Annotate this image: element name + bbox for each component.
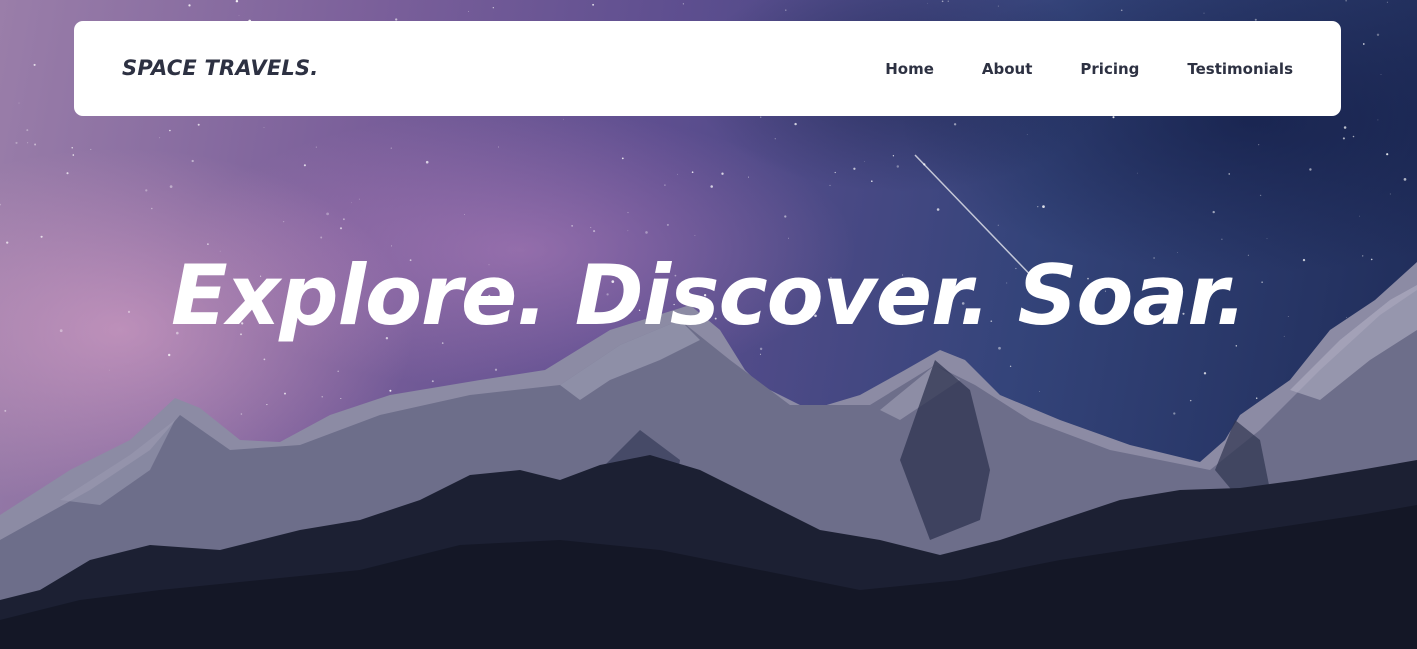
- hero-section: SPACE TRAVELS. Home About Pricing Testim…: [0, 0, 1417, 649]
- nav-link-testimonials[interactable]: Testimonials: [1187, 60, 1293, 78]
- brand-logo[interactable]: SPACE TRAVELS.: [122, 21, 318, 116]
- nav-link-pricing[interactable]: Pricing: [1080, 60, 1139, 78]
- hero-headline: Explore. Discover. Soar.: [170, 246, 1247, 344]
- nav-link-home[interactable]: Home: [885, 60, 934, 78]
- nav-links: Home About Pricing Testimonials: [885, 21, 1293, 116]
- nav-link-about[interactable]: About: [982, 60, 1033, 78]
- navbar: SPACE TRAVELS. Home About Pricing Testim…: [74, 21, 1341, 116]
